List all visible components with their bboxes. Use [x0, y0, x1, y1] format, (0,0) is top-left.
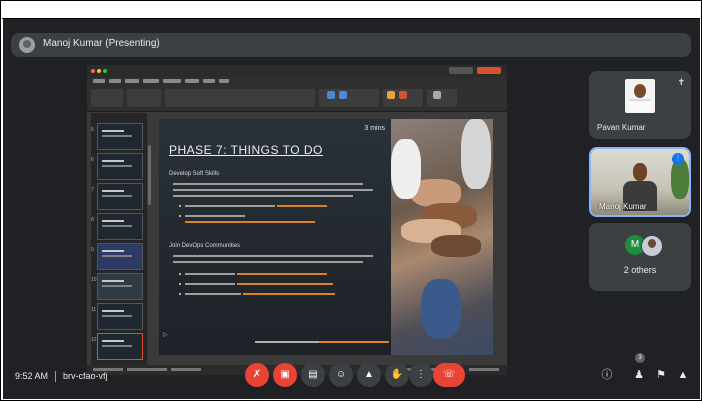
record-button	[449, 67, 473, 74]
avatar-photo	[641, 235, 663, 257]
people-count-badge: 3	[635, 353, 645, 363]
chat-icon[interactable]: ⚑	[653, 367, 669, 383]
meeting-time: 9:52 AM	[15, 371, 49, 381]
shared-screen: 5 6 7 8 9 10 11 12 PHASE 7: THINGS TO DO…	[87, 65, 507, 375]
more-options-icon: ⋮	[416, 369, 426, 380]
time-code-divider	[55, 371, 56, 382]
screenshot-frame: Manoj Kumar (Presenting) 5 6 7 8 9 10 11…	[0, 0, 702, 401]
presenter-avatar	[19, 37, 35, 53]
speaking-indicator-icon: ⋮	[672, 153, 684, 165]
meeting-window: Manoj Kumar (Presenting) 5 6 7 8 9 10 11…	[3, 19, 700, 399]
participant-tile-manoj[interactable]: ⋮ Manoj Kumar	[589, 147, 691, 217]
more-options-button[interactable]: ⋮	[409, 363, 433, 387]
raise-hand-button[interactable]: ✋	[385, 363, 409, 387]
participant-tile-others[interactable]: M 2 others	[589, 223, 691, 291]
participant-tile-pavan[interactable]: ✝ Pavan Kumar	[589, 71, 691, 139]
captions-button[interactable]: ▤	[301, 363, 325, 387]
mic-toggle-button[interactable]: ✗	[245, 363, 269, 387]
share-button	[477, 67, 501, 74]
thumbnails-scrollbar[interactable]	[148, 145, 151, 205]
others-label: 2 others	[623, 265, 657, 275]
mic-off-icon: ✗	[252, 369, 262, 380]
teamwork-hands-image	[391, 119, 493, 355]
slide-duration-label: 3 mins	[364, 125, 385, 132]
present-icon: ▲	[364, 369, 374, 380]
activities-icon[interactable]: ▲	[675, 367, 691, 383]
slide-corner-mark: ▷	[163, 332, 168, 338]
captions-icon: ▤	[308, 369, 318, 380]
emoji-icon: ☺	[335, 369, 347, 380]
camera-toggle-button[interactable]: ▣	[273, 363, 297, 387]
camera-off-icon: ▣	[280, 369, 290, 380]
participant-photo	[625, 79, 655, 113]
meeting-code: brv-cfao-vfj	[63, 371, 108, 381]
current-slide: PHASE 7: THINGS TO DO Develop Soft Skill…	[159, 119, 493, 355]
slide-text-area: PHASE 7: THINGS TO DO Develop Soft Skill…	[159, 119, 391, 355]
emoji-button[interactable]: ☺	[329, 363, 353, 387]
slide-title: PHASE 7: THINGS TO DO	[169, 143, 323, 157]
raise-hand-icon: ✋	[390, 369, 404, 380]
present-button[interactable]: ▲	[357, 363, 381, 387]
participant-name: Pavan Kumar	[597, 123, 646, 132]
presenter-bar: Manoj Kumar (Presenting)	[11, 33, 691, 57]
participant-name: Manoj Kumar	[599, 202, 647, 211]
slide-thumbnails[interactable]: 5 6 7 8 9 10 11 12	[91, 113, 147, 365]
mic-muted-icon: ✝	[677, 77, 685, 87]
end-call-icon: ☏	[442, 369, 456, 380]
top-margin	[2, 2, 700, 19]
people-icon[interactable]: ♟	[631, 367, 647, 383]
info-icon[interactable]: ⓘ	[599, 367, 615, 383]
presenter-label: Manoj Kumar (Presenting)	[43, 38, 160, 49]
slide-section-1: Develop Soft Skills	[169, 171, 220, 177]
end-call-button[interactable]: ☏	[433, 363, 465, 387]
app-ribbon	[87, 77, 507, 112]
slide-section-2: Join DevOps Communities	[169, 243, 241, 249]
app-titlebar	[87, 65, 507, 77]
